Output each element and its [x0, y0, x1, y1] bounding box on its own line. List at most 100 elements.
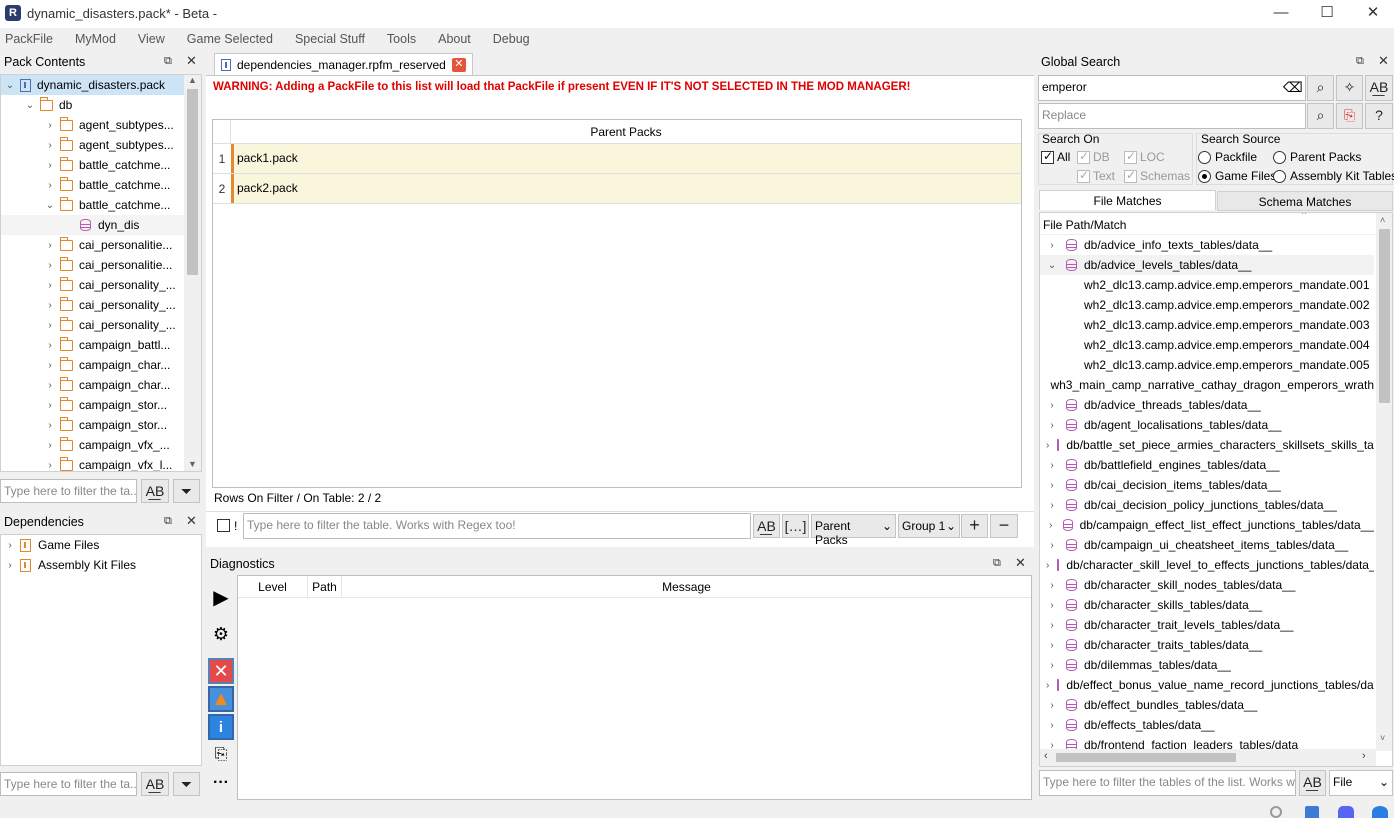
show-blank-cells-button[interactable]: […] — [782, 514, 809, 538]
search-file-item[interactable]: › db/character_trait_levels_tables/data__ — [1040, 615, 1374, 635]
search-input[interactable]: emperor — [1038, 75, 1306, 101]
results-scrollbar[interactable]: ˄ ˅ — [1376, 213, 1392, 751]
tree-item[interactable]: › campaign_char... — [1, 355, 201, 375]
chevron-right-icon[interactable]: › — [4, 560, 16, 571]
chevron-right-icon[interactable]: › — [44, 240, 56, 251]
discord-icon[interactable] — [1338, 806, 1354, 818]
dep-game-files[interactable]: › Game Files — [1, 535, 201, 555]
menu-tools[interactable]: Tools — [387, 29, 416, 51]
menu-about[interactable]: About — [438, 29, 471, 51]
menu-packfile[interactable]: PackFile — [5, 29, 53, 51]
menu-view[interactable]: View — [138, 29, 165, 51]
results-filter-input[interactable]: Type here to filter the tables of the li… — [1039, 770, 1296, 796]
search-file-item[interactable]: › db/effect_bundles_tables/data__ — [1040, 695, 1374, 715]
chevron-right-icon[interactable]: › — [1046, 460, 1058, 471]
source-packfile-radio[interactable]: Packfile — [1198, 147, 1257, 167]
chevron-right-icon[interactable]: › — [1046, 620, 1058, 631]
column-header-parent-packs[interactable]: Parent Packs — [231, 120, 1021, 143]
table-row[interactable]: 2 pack2.pack — [213, 174, 1021, 204]
chevron-right-icon[interactable]: › — [1046, 660, 1058, 671]
tab-dependencies-manager[interactable]: dependencies_manager.rpfm_reserved ✕ — [214, 53, 473, 75]
scrollbar-thumb[interactable] — [1379, 229, 1390, 403]
search-file-item[interactable]: › db/agent_localisations_tables/data__ — [1040, 415, 1374, 435]
add-filter-button[interactable]: + — [961, 514, 988, 538]
search-on-loc[interactable]: LOC — [1124, 147, 1165, 167]
search-on-schemas[interactable]: Schemas — [1124, 166, 1190, 186]
chevron-right-icon[interactable]: › — [1046, 420, 1058, 431]
chevron-right-icon[interactable]: › — [1046, 520, 1055, 531]
tree-item[interactable]: › campaign_vfx_l... — [1, 455, 201, 471]
scroll-up-icon[interactable]: ▲ — [188, 75, 197, 85]
search-button[interactable]: ⌕ — [1307, 75, 1334, 101]
chevron-right-icon[interactable]: › — [1046, 540, 1058, 551]
chevron-down-icon[interactable]: ⌄ — [4, 80, 16, 91]
case-sensitive-button[interactable]: A͟B — [141, 479, 169, 503]
search-on-all[interactable]: All — [1041, 147, 1070, 167]
close-dock-icon[interactable]: ✕ — [1015, 555, 1026, 571]
table-cell[interactable]: pack2.pack — [231, 174, 1021, 203]
search-file-item[interactable]: › db/cai_decision_policy_junctions_tables… — [1040, 495, 1374, 515]
case-sensitive-button[interactable]: A͟B — [1299, 770, 1326, 796]
search-match-item[interactable]: wh3_main_camp_narrative_cathay_dragon_em… — [1040, 375, 1374, 395]
chevron-right-icon[interactable]: › — [44, 380, 56, 391]
tab-schema-matches[interactable]: Schema Matches — [1217, 191, 1393, 211]
chevron-right-icon[interactable]: › — [1046, 240, 1058, 251]
chevron-right-icon[interactable]: › — [44, 340, 56, 351]
table-filter-input[interactable]: Type here to filter the table. Works wit… — [243, 513, 751, 539]
show-warnings-toggle[interactable]: ▲ — [208, 686, 234, 712]
tree-item[interactable]: › cai_personality_... — [1, 275, 201, 295]
show-errors-toggle[interactable]: ✕ — [208, 658, 234, 684]
close-dock-icon[interactable]: ✕ — [186, 53, 197, 69]
tree-item[interactable]: › campaign_stor... — [1, 415, 201, 435]
results-hscrollbar[interactable]: ‹ › — [1040, 749, 1376, 766]
filter-group-select[interactable]: Group 1 ⌄ — [898, 514, 960, 538]
close-dock-icon[interactable]: ✕ — [186, 513, 197, 529]
chevron-right-icon[interactable]: › — [1046, 480, 1058, 491]
clear-results-button[interactable]: ✧ — [1336, 75, 1363, 101]
chevron-right-icon[interactable]: › — [44, 440, 56, 451]
scroll-down-icon[interactable]: ˅ — [1380, 733, 1385, 743]
filter-column-select[interactable]: Parent Packs ⌄ — [811, 514, 896, 547]
search-on-text[interactable]: Text — [1077, 166, 1115, 186]
tree-item[interactable]: › agent_subtypes... — [1, 115, 201, 135]
filter-options-button[interactable]: ⏷ — [173, 479, 200, 503]
table-cell[interactable]: pack1.pack — [231, 144, 1021, 173]
tab-file-matches[interactable]: File Matches — [1039, 190, 1216, 210]
case-sensitive-button[interactable]: A͟B — [141, 772, 169, 796]
chevron-right-icon[interactable]: › — [1046, 500, 1058, 511]
chevron-down-icon[interactable]: ⌄ — [1046, 260, 1058, 271]
tree-item[interactable]: › cai_personalitie... — [1, 255, 201, 275]
row-number[interactable]: 1 — [213, 152, 231, 166]
search-match-item[interactable]: wh2_dlc13.camp.advice.emp.emperors_manda… — [1040, 355, 1374, 375]
run-diagnostics-open-packs-button[interactable]: ⚙ — [208, 621, 234, 647]
pack-filter-input[interactable]: Type here to filter the ta... — [0, 479, 137, 503]
column-header-level[interactable]: Level — [238, 576, 308, 597]
tree-item[interactable]: › agent_subtypes... — [1, 135, 201, 155]
tree-item[interactable]: › battle_catchme... — [1, 175, 201, 195]
case-sensitive-button[interactable]: A͟B — [1365, 75, 1393, 101]
chevron-right-icon[interactable]: › — [44, 420, 56, 431]
tree-item[interactable]: › cai_personality_... — [1, 315, 201, 335]
tree-root[interactable]: ⌄ dynamic_disasters.pack — [1, 75, 201, 95]
run-diagnostics-button[interactable]: ▶ — [208, 584, 234, 610]
chevron-right-icon[interactable]: › — [44, 120, 56, 131]
source-parent-packs-radio[interactable]: Parent Packs — [1273, 147, 1361, 167]
more-options-button[interactable]: ··· — [208, 770, 234, 796]
maximize-button[interactable]: ☐ — [1304, 0, 1350, 28]
chevron-right-icon[interactable]: › — [44, 360, 56, 371]
search-file-item[interactable]: › db/campaign_effect_list_effect_junction… — [1040, 515, 1374, 535]
search-file-item[interactable]: › db/character_skill_level_to_effects_jun… — [1040, 555, 1374, 575]
menu-mymod[interactable]: MyMod — [75, 29, 116, 51]
minimize-button[interactable]: — — [1258, 0, 1304, 28]
close-dock-icon[interactable]: ✕ — [1378, 53, 1389, 69]
float-dock-icon[interactable]: ⧉ — [164, 515, 172, 528]
chevron-right-icon[interactable]: › — [1046, 680, 1049, 691]
tree-item[interactable]: › cai_personalitie... — [1, 235, 201, 255]
search-file-item[interactable]: › db/character_traits_tables/data__ — [1040, 635, 1374, 655]
chevron-right-icon[interactable]: › — [4, 540, 16, 551]
chevron-right-icon[interactable]: › — [44, 260, 56, 271]
open-current-only-toggle[interactable]: ⎘ — [208, 742, 234, 768]
source-assembly-kit-radio[interactable]: Assembly Kit Tables — [1273, 166, 1394, 186]
hscrollbar-thumb[interactable] — [1056, 753, 1236, 762]
chevron-down-icon[interactable]: ⌄ — [44, 200, 56, 211]
